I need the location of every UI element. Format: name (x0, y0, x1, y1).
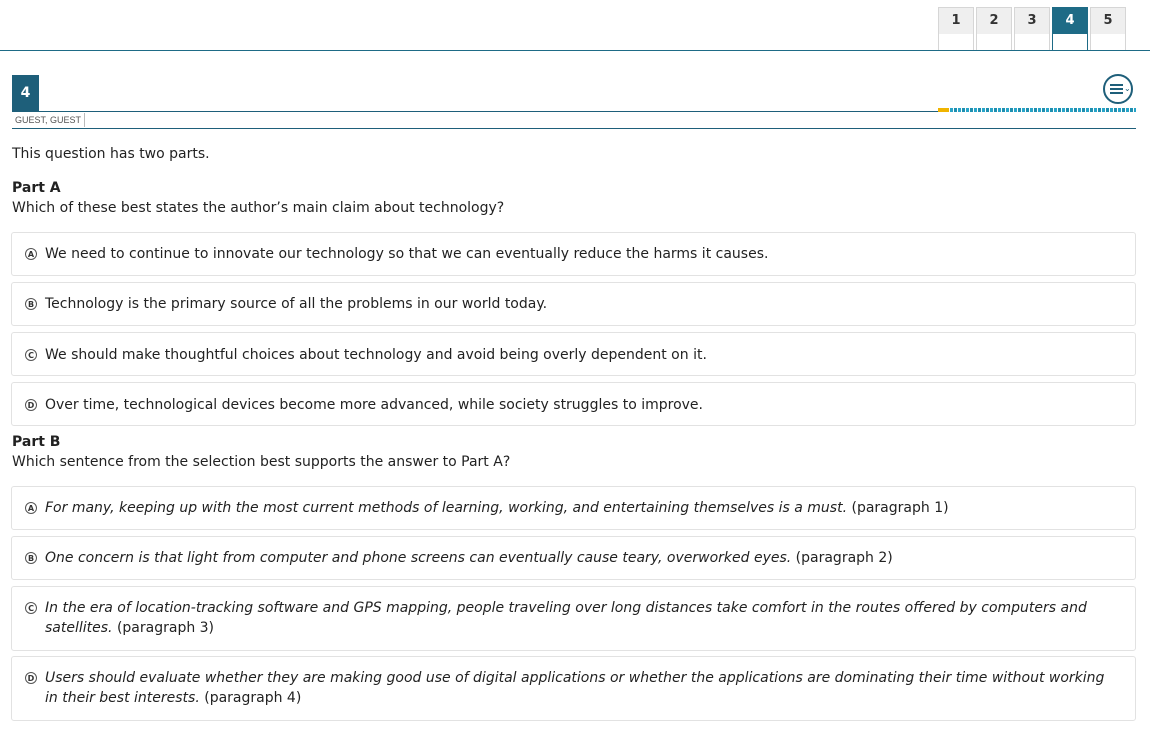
hamburger-menu-icon (1110, 84, 1123, 94)
question-tab-label: 2 (977, 8, 1011, 34)
option-text: Over time, technological devices become … (45, 397, 703, 413)
question-tab-3[interactable]: 3 (1014, 7, 1050, 50)
option-letter-icon: C (25, 349, 37, 361)
student-name: GUEST, GUEST (12, 113, 86, 127)
option-source: (paragraph 2) (795, 550, 893, 566)
part-a-option-b[interactable]: B Technology is the primary source of al… (11, 282, 1136, 326)
question-number: 4 (12, 75, 39, 111)
option-text: Technology is the primary source of all … (45, 296, 548, 312)
option-letter-icon: C (25, 602, 37, 614)
option-quote: One concern is that light from computer … (45, 550, 792, 566)
option-letter-icon: D (25, 399, 37, 411)
option-letter-icon: B (25, 552, 37, 564)
part-a-prompt: Which of these best states the author’s … (12, 200, 505, 216)
question-tab-1[interactable]: 1 (938, 7, 974, 50)
question-tab-label: 5 (1091, 8, 1125, 34)
option-letter-icon: D (25, 672, 37, 684)
part-b-option-b[interactable]: B One concern is that light from compute… (11, 536, 1136, 580)
question-tab-label: 4 (1053, 8, 1087, 34)
part-a-title: Part A (12, 180, 61, 196)
part-a-option-a[interactable]: A We need to continue to innovate our te… (11, 232, 1136, 276)
question-tab-label: 3 (1015, 8, 1049, 34)
question-header-bottom-divider (12, 128, 1136, 129)
question-menu-button[interactable]: ⌄ (1103, 74, 1133, 104)
option-source: (paragraph 3) (116, 620, 215, 636)
part-b-title: Part B (12, 434, 61, 450)
part-b-option-a[interactable]: A For many, keeping up with the most cur… (11, 486, 1136, 530)
question-tab-4[interactable]: 4 (1052, 7, 1088, 51)
question-intro: This question has two parts. (12, 146, 210, 162)
topbar-divider (0, 50, 1150, 51)
option-text: We need to continue to innovate our tech… (45, 246, 769, 262)
progress-bar (938, 108, 1136, 112)
option-quote: For many, keeping up with the most curre… (45, 500, 848, 516)
part-a-option-c[interactable]: C We should make thoughtful choices abou… (11, 332, 1136, 376)
chevron-down-icon: ⌄ (1124, 84, 1131, 93)
part-b-option-d[interactable]: D Users should evaluate whether they are… (11, 656, 1136, 721)
option-letter-icon: B (25, 298, 37, 310)
option-text: We should make thoughtful choices about … (45, 347, 707, 363)
question-tab-label: 1 (939, 8, 973, 34)
option-letter-icon: A (25, 502, 37, 514)
question-tabs: 1 2 3 4 5 (938, 7, 1128, 51)
question-tab-2[interactable]: 2 (976, 7, 1012, 50)
part-b-option-c[interactable]: C In the era of location-tracking softwa… (11, 586, 1136, 651)
question-tab-5[interactable]: 5 (1090, 7, 1126, 50)
top-navigation-bar: 1 2 3 4 5 (0, 0, 1150, 52)
option-source: (paragraph 1) (851, 500, 949, 516)
option-letter-icon: A (25, 248, 37, 260)
option-source: (paragraph 4) (204, 690, 302, 706)
progress-bar-fill (938, 108, 949, 112)
part-a-option-d[interactable]: D Over time, technological devices becom… (11, 382, 1136, 426)
part-b-prompt: Which sentence from the selection best s… (12, 454, 511, 470)
